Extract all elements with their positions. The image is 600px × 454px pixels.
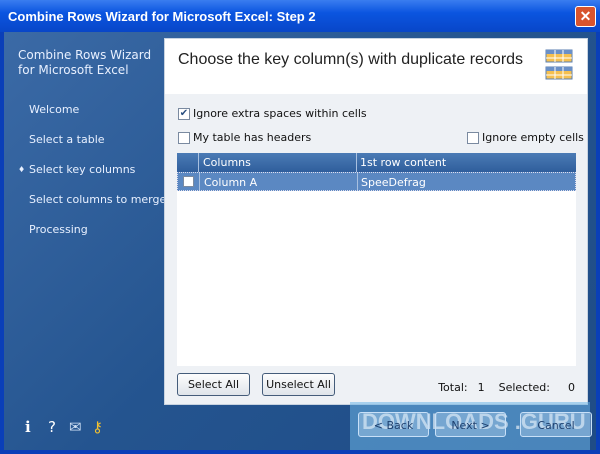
checkbox-label: Ignore extra spaces within cells [193, 107, 367, 120]
cancel-button[interactable]: Cancel [520, 412, 592, 437]
checkbox-label: Ignore empty cells [482, 131, 584, 144]
sidebar-item-select-key-columns: Select key columns [18, 163, 135, 176]
table-icon [545, 49, 573, 80]
checkbox-label: My table has headers [193, 131, 312, 144]
ignore-empty-checkbox[interactable]: Ignore empty cells [467, 131, 584, 144]
title-bar: Combine Rows Wizard for Microsoft Excel:… [0, 0, 600, 32]
checkbox-box [178, 131, 190, 144]
total-label: Total: [438, 381, 468, 394]
sidebar-title: Combine Rows Wizard for Microsoft Excel [18, 48, 152, 77]
header-columns[interactable]: Columns [199, 153, 357, 172]
selected-value: 0 [568, 381, 575, 394]
sidebar-item-processing: Processing [29, 223, 88, 236]
cell-content: SpeeDefrag [361, 176, 426, 189]
totals: Total: 1 Selected: 0 [438, 381, 575, 394]
has-headers-checkbox[interactable]: My table has headers [178, 131, 311, 144]
close-button[interactable]: ✕ [575, 6, 596, 27]
selected-label: Selected: [498, 381, 550, 394]
table-header: Columns 1st row content [177, 153, 576, 172]
sidebar-item-welcome: Welcome [29, 103, 80, 116]
header-first-row-content[interactable]: 1st row content [357, 153, 576, 172]
panel-header: Choose the key column(s) with duplicate … [165, 39, 587, 94]
step-panel: Choose the key column(s) with duplicate … [164, 38, 588, 405]
table-row[interactable]: Column A SpeeDefrag [177, 172, 576, 191]
window-title: Combine Rows Wizard for Microsoft Excel:… [8, 9, 316, 24]
checkmark-icon: ✔ [178, 107, 190, 120]
sidebar-item-select-columns-to-merge: Select columns to merge [29, 193, 167, 206]
info-icon[interactable]: i [25, 418, 31, 436]
ignore-spaces-checkbox[interactable]: ✔ Ignore extra spaces within cells [178, 107, 367, 120]
next-button[interactable]: Next > [435, 412, 506, 437]
row-checkbox[interactable] [183, 176, 194, 187]
total-value: 1 [477, 381, 485, 394]
select-all-button[interactable]: Select All [177, 373, 250, 396]
unselect-all-button[interactable]: Unselect All [262, 373, 335, 396]
page-title: Choose the key column(s) with duplicate … [178, 51, 524, 68]
mail-icon[interactable]: ✉ [69, 418, 82, 436]
cell-column: Column A [200, 173, 358, 190]
close-icon: ✕ [579, 8, 592, 24]
key-icon[interactable]: ⚷ [92, 418, 103, 436]
checkbox-box [467, 131, 479, 144]
columns-table: Columns 1st row content Column A SpeeDefra… [177, 153, 576, 366]
sidebar-item-select-table: Select a table [29, 133, 105, 146]
back-button[interactable]: < Back [358, 412, 429, 437]
help-icon[interactable]: ? [48, 418, 56, 436]
wizard-body: Combine Rows Wizard for Microsoft Excel … [4, 32, 596, 450]
